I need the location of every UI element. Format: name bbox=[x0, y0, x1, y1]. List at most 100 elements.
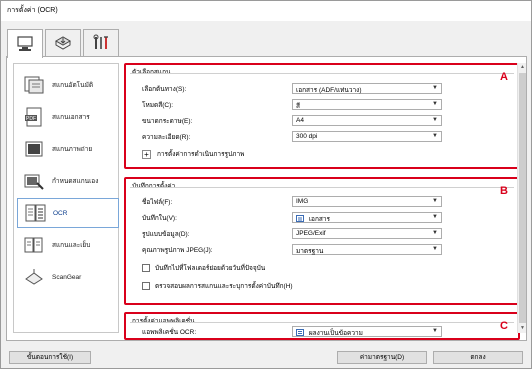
section-marker: C bbox=[500, 320, 508, 332]
ocr-icon bbox=[25, 204, 46, 222]
divider bbox=[130, 73, 514, 74]
sidebar-item-label: OCR bbox=[53, 209, 68, 217]
vertical-scrollbar[interactable]: ▲ ▼ bbox=[517, 63, 526, 333]
scangear-icon bbox=[25, 269, 43, 285]
scan-options-section: ตัวเลือกสแกน A เลือกต้นทาง(S): เอกสาร (A… bbox=[124, 63, 520, 169]
file-name-row: ชื่อไฟล์(F): IMG ▼ bbox=[142, 196, 442, 208]
dropdown-value: เอกสาร bbox=[308, 216, 330, 223]
dropdown-value: 300 dpi bbox=[296, 133, 318, 140]
resolution-dropdown[interactable]: 300 dpi ▼ bbox=[292, 131, 442, 142]
section-marker: B bbox=[500, 185, 508, 197]
window-title: การตั้งค่า (OCR) bbox=[1, 1, 531, 21]
color-mode-row: โหมดสี(C): สี ▼ bbox=[142, 99, 442, 111]
paper-size-dropdown[interactable]: A4 ▼ bbox=[292, 115, 442, 126]
chevron-down-icon: ▼ bbox=[432, 198, 438, 204]
ocr-application-dropdown[interactable]: ผลงานเป็นข้อความ ▼ bbox=[292, 326, 442, 337]
scanner-tray-icon bbox=[54, 36, 72, 50]
sidebar-item-document[interactable]: PDF สแกนเอกสาร bbox=[17, 102, 119, 132]
scan-type-sidebar: สแกนอัตโนมัติ PDF สแกนเอกสาร สแกนภาพถ่าย bbox=[13, 63, 119, 333]
save-in-label: บันทึกใน(V): bbox=[142, 215, 177, 222]
expander-label: การตั้งค่าการดำเนินการรูปภาพ bbox=[156, 151, 245, 158]
top-tabs bbox=[7, 29, 527, 58]
photo-icon bbox=[25, 141, 43, 157]
data-format-dropdown[interactable]: JPEG/Exif ▼ bbox=[292, 228, 442, 239]
ocr-application-row: แอพพลิเคชั่น OCR: ผลงานเป็นข้อความ ▼ bbox=[142, 326, 442, 338]
sidebar-item-photo[interactable]: สแกนภาพถ่าย bbox=[17, 134, 119, 164]
settings-window: การตั้งค่า (OCR) สแกนอัตโนมัติ PDF สแกนเ… bbox=[0, 0, 532, 369]
dropdown-value: A4 bbox=[296, 117, 304, 124]
save-in-dropdown[interactable]: เอกสาร ▼ bbox=[292, 212, 442, 223]
scan-computer-icon bbox=[17, 36, 33, 51]
defaults-button[interactable]: ค่ามาตรฐาน(D) bbox=[337, 351, 427, 364]
color-mode-label: โหมดสี(C): bbox=[142, 102, 174, 109]
file-name-label: ชื่อไฟล์(F): bbox=[142, 199, 173, 206]
check-scan-results-checkbox-row[interactable]: ตรวจสอบผลการสแกนและระบุการตั้งค่าบันทึก(… bbox=[142, 281, 293, 291]
select-source-dropdown[interactable]: เอกสาร (ADF/แท่นวาง) ▼ bbox=[292, 83, 442, 94]
jpeg-quality-dropdown[interactable]: มาตรฐาน ▼ bbox=[292, 244, 442, 255]
chevron-down-icon: ▼ bbox=[432, 328, 438, 334]
paper-size-label: ขนาดกระดาษ(E): bbox=[142, 118, 193, 125]
save-in-row: บันทึกใน(V): เอกสาร ▼ bbox=[142, 212, 442, 224]
tab-scanner-operation[interactable] bbox=[45, 29, 81, 56]
section-legend: ตัวเลือกสแกน bbox=[132, 69, 171, 76]
expand-plus-icon[interactable]: + bbox=[142, 149, 151, 159]
tools-icon bbox=[93, 34, 108, 49]
select-source-label: เลือกต้นทาง(S): bbox=[142, 86, 187, 93]
ok-button[interactable]: ตกลง bbox=[433, 351, 523, 364]
scroll-down-icon[interactable]: ▼ bbox=[518, 324, 527, 333]
subfolder-date-checkbox-row[interactable]: บันทึกไปที่โฟลเดอร์ย่อยด้วยวันที่ปัจจุบั… bbox=[142, 263, 265, 273]
sidebar-item-label: สแกนอัตโนมัติ bbox=[52, 82, 94, 89]
resolution-label: ความละเอียด(R): bbox=[142, 134, 191, 141]
color-mode-dropdown[interactable]: สี ▼ bbox=[292, 99, 442, 110]
scroll-up-icon[interactable]: ▲ bbox=[518, 63, 527, 72]
text-output-icon bbox=[296, 329, 304, 336]
dropdown-value: ผลงานเป็นข้อความ bbox=[308, 330, 363, 337]
dropdown-value: JPEG/Exif bbox=[296, 230, 326, 237]
sidebar-item-label: สแกนภาพถ่าย bbox=[52, 146, 93, 153]
jpeg-quality-row: คุณภาพรูปภาพ JPEG(J): มาตรฐาน ▼ bbox=[142, 244, 442, 256]
sidebar-item-scangear[interactable]: ScanGear bbox=[17, 262, 119, 292]
chevron-down-icon: ▼ bbox=[432, 133, 438, 139]
sidebar-item-stitch[interactable]: สแกนและเย็บ bbox=[17, 230, 119, 260]
divider bbox=[130, 187, 514, 188]
chevron-down-icon: ▼ bbox=[432, 230, 438, 236]
jpeg-quality-label: คุณภาพรูปภาพ JPEG(J): bbox=[142, 247, 213, 254]
check-scan-results-checkbox[interactable] bbox=[142, 282, 150, 290]
settings-panel: สแกนอัตโนมัติ PDF สแกนเอกสาร สแกนภาพถ่าย bbox=[6, 56, 527, 341]
chevron-down-icon: ▼ bbox=[432, 214, 438, 220]
select-source-row: เลือกต้นทาง(S): เอกสาร (ADF/แท่นวาง) ▼ bbox=[142, 83, 442, 95]
save-settings-section: บันทึกการตั้งค่า B ชื่อไฟล์(F): IMG ▼ บั… bbox=[124, 177, 520, 305]
dropdown-value: IMG bbox=[296, 198, 309, 205]
image-processing-expander[interactable]: + การตั้งค่าการดำเนินการรูปภาพ bbox=[142, 149, 244, 161]
sidebar-item-label: สแกนและเย็บ bbox=[52, 242, 91, 249]
ocr-application-label: แอพพลิเคชั่น OCR: bbox=[142, 329, 197, 336]
section-legend: บันทึกการตั้งค่า bbox=[132, 183, 176, 190]
sidebar-item-label: ScanGear bbox=[52, 273, 82, 281]
application-settings-section: การตั้งค่าแอพพลิเคชั่น C แอพพลิเคชั่น OC… bbox=[124, 312, 520, 340]
auto-scan-icon bbox=[24, 76, 44, 94]
sidebar-item-custom[interactable]: กำหนดสแกนเอง bbox=[17, 166, 119, 196]
chevron-down-icon: ▼ bbox=[432, 85, 438, 91]
chevron-down-icon: ▼ bbox=[432, 246, 438, 252]
folder-icon bbox=[296, 215, 304, 222]
svg-text:PDF: PDF bbox=[26, 116, 36, 122]
scrollbar-thumb[interactable] bbox=[519, 73, 526, 323]
chevron-down-icon: ▼ bbox=[432, 117, 438, 123]
section-marker: A bbox=[500, 71, 508, 83]
file-name-combobox[interactable]: IMG ▼ bbox=[292, 196, 442, 207]
subfolder-date-checkbox[interactable] bbox=[142, 264, 150, 272]
checkbox-label: บันทึกไปที่โฟลเดอร์ย่อยด้วยวันที่ปัจจุบั… bbox=[154, 265, 266, 272]
tab-general-settings[interactable] bbox=[83, 29, 119, 56]
custom-scan-icon bbox=[24, 174, 44, 190]
sidebar-item-auto-scan[interactable]: สแกนอัตโนมัติ bbox=[17, 70, 119, 100]
instructions-button[interactable]: ขั้นตอนการใช้(I) bbox=[9, 351, 91, 364]
dropdown-value: เอกสาร (ADF/แท่นวาง) bbox=[296, 87, 362, 94]
paper-size-row: ขนาดกระดาษ(E): A4 ▼ bbox=[142, 115, 442, 127]
checkbox-label: ตรวจสอบผลการสแกนและระบุการตั้งค่าบันทึก(… bbox=[154, 283, 293, 290]
dropdown-value: มาตรฐาน bbox=[296, 248, 324, 255]
section-legend: การตั้งค่าแอพพลิเคชั่น bbox=[132, 318, 195, 325]
tab-scan-from-computer[interactable] bbox=[7, 29, 43, 58]
data-format-label: รูปแบบข้อมูล(D): bbox=[142, 231, 190, 238]
sidebar-item-ocr[interactable]: OCR bbox=[17, 198, 119, 228]
sidebar-item-label: กำหนดสแกนเอง bbox=[52, 178, 99, 185]
